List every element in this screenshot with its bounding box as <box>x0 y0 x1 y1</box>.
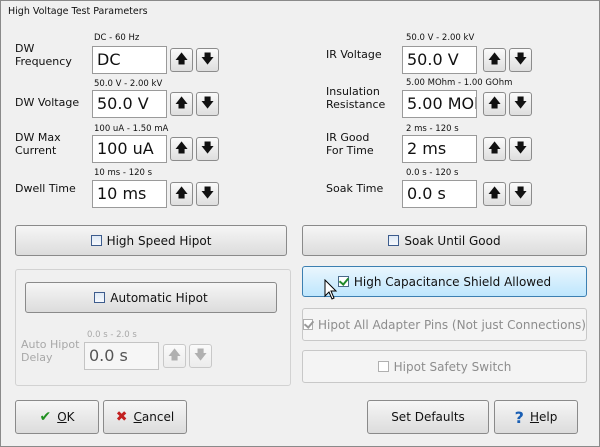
insulation-resistance-up-button[interactable]: 🡅 <box>483 92 506 116</box>
ir-voltage-label: IR Voltage <box>326 48 382 61</box>
insulation-resistance-range: 5.00 MOhm - 1.00 GOhm <box>406 78 513 88</box>
ir-good-for-time-up-button[interactable]: 🡅 <box>483 137 506 161</box>
insulation-resistance-down-button[interactable]: 🡇 <box>509 92 532 116</box>
dw-frequency-label-line1: DW <box>15 42 35 55</box>
high-speed-hipot-checkbox-icon <box>90 235 102 246</box>
close-icon: ✖ <box>115 409 128 425</box>
dw-max-current-range: 100 uA - 1.50 mA <box>94 124 169 134</box>
ir-good-for-time-label-line2: For Time <box>326 144 374 157</box>
dw-max-current-down-button[interactable]: 🡇 <box>196 137 219 161</box>
help-icon: ? <box>514 407 524 427</box>
high-capacitance-shield-checkbox-icon <box>337 276 349 287</box>
soak-time-label: Soak Time <box>326 182 383 195</box>
dw-max-current-label: DW Max Current <box>15 131 61 157</box>
auto-hipot-delay-range: 0.0 s - 2.0 s <box>87 330 137 340</box>
auto-hipot-delay-label: Auto Hipot Delay <box>21 338 79 364</box>
auto-hipot-delay-down-button[interactable]: 🡇 <box>189 344 212 368</box>
insulation-resistance-label-line1: Insulation <box>326 85 380 98</box>
ir-good-for-time-label: IR Good For Time <box>326 131 374 157</box>
auto-hipot-delay-input[interactable]: 0.0 s <box>84 342 159 370</box>
high-speed-hipot-label: High Speed Hipot <box>106 233 212 248</box>
dw-voltage-up-button[interactable]: 🡅 <box>170 92 193 116</box>
high-speed-hipot-button[interactable]: High Speed Hipot <box>15 225 287 256</box>
hipot-all-adapter-pins-label: Hipot All Adapter Pins (Not just Connect… <box>318 317 586 332</box>
dw-voltage-input[interactable]: 50.0 V <box>92 90 167 118</box>
checkmark-icon: ✔ <box>39 409 52 425</box>
dw-frequency-label: DW Frequency <box>15 42 72 68</box>
insulation-resistance-label-line2: Resistance <box>326 98 386 111</box>
dw-frequency-range: DC - 60 Hz <box>94 33 140 43</box>
dw-max-current-up-button[interactable]: 🡅 <box>170 137 193 161</box>
dwell-time-range: 10 ms - 120 s <box>94 168 153 178</box>
dwell-time-up-button[interactable]: 🡅 <box>170 182 193 206</box>
dw-frequency-up-button[interactable]: 🡅 <box>170 48 193 72</box>
dw-frequency-label-line2: Frequency <box>15 55 72 68</box>
soak-until-good-checkbox-icon <box>388 235 400 246</box>
dialog-window: High Voltage Test Parameters DW Frequenc… <box>0 0 600 447</box>
ir-voltage-input[interactable]: 50.0 V <box>402 46 477 74</box>
dw-frequency-input[interactable]: DC <box>92 46 167 74</box>
ir-voltage-label-line1: IR Voltage <box>326 48 382 61</box>
ok-label-rest: K <box>66 410 75 424</box>
soak-time-down-button[interactable]: 🡇 <box>509 182 532 206</box>
insulation-resistance-input[interactable]: 5.00 MOhm <box>402 90 477 118</box>
set-defaults-button[interactable]: Set Defaults <box>367 400 489 434</box>
ir-good-for-time-down-button[interactable]: 🡇 <box>509 137 532 161</box>
auto-hipot-delay-up-button[interactable]: 🡅 <box>163 344 186 368</box>
automatic-hipot-label: Automatic Hipot <box>110 290 208 305</box>
hipot-all-adapter-pins-button[interactable]: Hipot All Adapter Pins (Not just Connect… <box>302 308 587 341</box>
set-defaults-label: Set Defaults <box>391 410 465 424</box>
soak-time-label-line1: Soak Time <box>326 182 384 195</box>
help-mnemonic: H <box>529 410 539 424</box>
cancel-label-rest: ancel <box>141 410 175 424</box>
dwell-time-label: Dwell Time <box>15 182 76 195</box>
soak-time-input[interactable]: 0.0 s <box>402 180 477 208</box>
dw-voltage-label: DW Voltage <box>15 96 79 109</box>
dw-voltage-range: 50.0 V - 2.00 kV <box>94 79 163 89</box>
automatic-hipot-checkbox-icon <box>94 292 106 303</box>
dwell-time-input[interactable]: 10 ms <box>92 180 167 208</box>
dwell-time-label-line1: Dwell Time <box>15 182 76 195</box>
dw-max-current-label-line2: Current <box>15 144 57 157</box>
high-capacitance-shield-label: High Capacitance Shield Allowed <box>353 274 552 289</box>
dw-voltage-label-line1: DW Voltage <box>15 96 80 109</box>
ir-voltage-up-button[interactable]: 🡅 <box>483 48 506 72</box>
window-title: High Voltage Test Parameters <box>8 6 148 17</box>
cancel-mnemonic: C <box>133 410 142 424</box>
soak-until-good-label: Soak Until Good <box>404 233 501 248</box>
ok-mnemonic: O <box>57 410 67 424</box>
high-capacitance-shield-button[interactable]: High Capacitance Shield Allowed <box>302 266 587 297</box>
help-label-rest: elp <box>538 410 558 424</box>
ir-good-for-time-label-line1: IR Good <box>326 131 370 144</box>
soak-time-up-button[interactable]: 🡅 <box>483 182 506 206</box>
ir-good-for-time-input[interactable]: 2 ms <box>402 135 477 163</box>
ok-button[interactable]: ✔ OK <box>15 400 99 434</box>
hipot-safety-switch-label: Hipot Safety Switch <box>393 359 512 374</box>
soak-time-range: 0.0 s - 120 s <box>406 168 459 178</box>
dw-voltage-down-button[interactable]: 🡇 <box>196 92 219 116</box>
dw-max-current-label-line1: DW Max <box>15 131 61 144</box>
auto-hipot-delay-label-line1: Auto Hipot <box>21 338 80 351</box>
hipot-safety-switch-button[interactable]: Hipot Safety Switch <box>302 350 587 383</box>
cancel-button[interactable]: ✖ Cancel <box>103 400 187 434</box>
dwell-time-down-button[interactable]: 🡇 <box>196 182 219 206</box>
dw-max-current-input[interactable]: 100 uA <box>92 135 167 163</box>
dw-frequency-down-button[interactable]: 🡇 <box>196 48 219 72</box>
ir-voltage-down-button[interactable]: 🡇 <box>509 48 532 72</box>
hipot-safety-switch-checkbox-icon <box>377 361 389 372</box>
soak-until-good-button[interactable]: Soak Until Good <box>302 225 587 256</box>
mouse-pointer-icon <box>324 279 338 300</box>
help-button[interactable]: ? Help <box>494 400 578 434</box>
ir-voltage-range: 50.0 V - 2.00 kV <box>406 33 475 43</box>
ir-good-for-time-range: 2 ms - 120 s <box>406 124 459 134</box>
auto-hipot-delay-label-line2: Delay <box>21 351 53 364</box>
hipot-all-adapter-pins-checkbox-icon <box>303 319 313 330</box>
automatic-hipot-button[interactable]: Automatic Hipot <box>25 282 277 313</box>
insulation-resistance-label: Insulation Resistance <box>326 85 385 111</box>
